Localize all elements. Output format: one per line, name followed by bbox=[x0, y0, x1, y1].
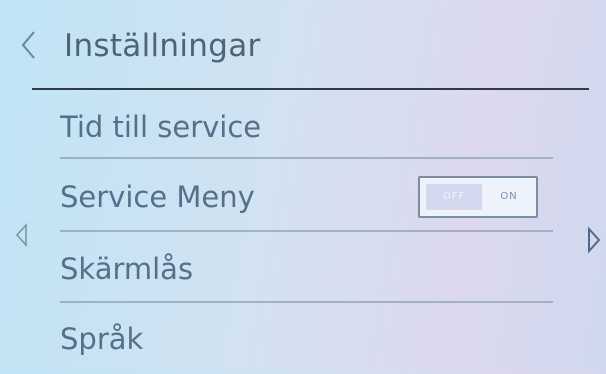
menu-item-label: Språk bbox=[60, 322, 144, 356]
divider bbox=[60, 230, 553, 232]
divider bbox=[60, 157, 553, 159]
header: Inställningar bbox=[0, 18, 606, 78]
menu-item-label: Skärmlås bbox=[60, 252, 194, 286]
menu-item-tid-till-service[interactable]: Tid till service bbox=[60, 104, 555, 164]
settings-screen: Inställningar Tid till service Service M… bbox=[0, 0, 606, 369]
toggle-off-option[interactable]: OFF bbox=[426, 184, 482, 210]
triangle-left-icon[interactable] bbox=[14, 222, 30, 248]
menu-item-label: Tid till service bbox=[60, 110, 262, 144]
page-title: Inställningar bbox=[64, 28, 261, 64]
service-meny-toggle[interactable]: OFF ON bbox=[418, 176, 538, 218]
chevron-left-icon[interactable] bbox=[18, 28, 40, 62]
menu-item-sprak[interactable]: Språk bbox=[60, 314, 555, 374]
header-divider bbox=[32, 88, 589, 90]
menu-item-skarmlas[interactable]: Skärmlås bbox=[60, 244, 555, 304]
toggle-on-option[interactable]: ON bbox=[486, 184, 532, 210]
menu-item-label: Service Meny bbox=[60, 180, 255, 214]
divider bbox=[60, 301, 553, 303]
triangle-right-icon[interactable] bbox=[586, 226, 602, 254]
